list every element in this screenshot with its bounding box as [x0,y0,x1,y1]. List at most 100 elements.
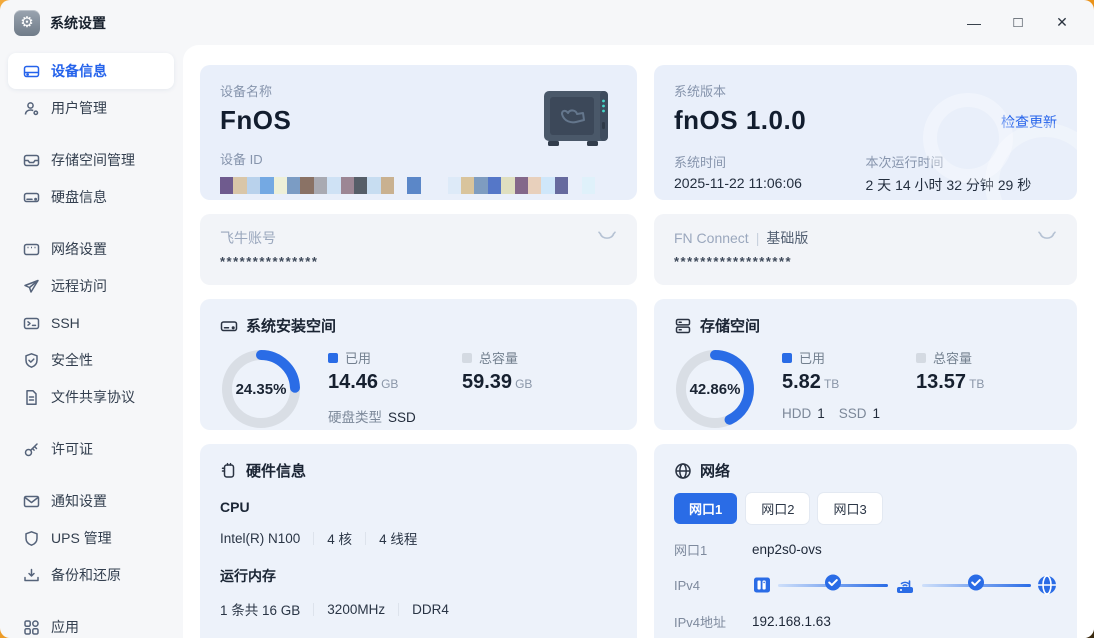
sidebar-item-notifications[interactable]: 通知设置 [8,483,174,519]
tab-port-3[interactable]: 网口3 [818,493,882,524]
sidebar-item-label: 设备信息 [51,63,107,79]
divider: | [755,230,760,246]
id-mask-block [434,177,447,194]
sidebar-item-storage-management[interactable]: 存储空间管理 [8,142,174,178]
port-value: enp2s0-ovs [752,541,822,557]
hardware-card: 硬件信息 CPU Intel(R) N100 4 核 4 线程 运行内存 1 条… [200,444,637,638]
cpu-label: CPU [220,499,250,515]
tab-port-2[interactable]: 网口2 [746,493,810,524]
sidebar-item-backup-restore[interactable]: 备份和还原 [8,557,174,593]
users-icon [23,100,40,117]
disk-type-label: 硬盘类型 [328,410,382,425]
system-settings-window: ⚙ 系统设置 — □ ✕ 设备信息 用户管理 存储空间管理 硬盘信息 网络设置 [0,0,1094,638]
nas-device-illustration [539,88,615,155]
sidebar-item-label: SSH [51,315,80,331]
fn-connect-badge: 基础版 [766,230,809,246]
id-mask-block [568,177,581,194]
id-mask-block [313,177,328,194]
sidebar-item-security[interactable]: 安全性 [8,342,174,378]
used-legend-swatch [782,352,792,363]
key-icon [23,441,40,458]
id-mask-block [220,177,234,194]
router-icon [894,575,916,595]
system-space-donut: 24.35% [220,348,302,430]
id-mask-block [474,177,488,194]
id-mask-block [273,177,287,194]
id-mask-block [340,177,354,194]
id-mask-block [353,177,368,194]
total-value: 59.39 [462,371,513,393]
system-version-card: 系统版本 fnOS 1.0.0 检查更新 系统时间 2025-11-22 11:… [654,65,1077,200]
network-card: 网络 网口1 网口2 网口3 网口1 enp2s0-ovs IPv4 IPv4地… [654,444,1077,638]
settings-gear-icon: ⚙ [14,9,40,36]
tab-port-1[interactable]: 网口1 [674,493,738,524]
ssd-count: 1 [872,406,881,421]
sidebar-item-file-sharing[interactable]: 文件共享协议 [8,379,174,415]
ipv4-address-label: IPv4地址 [674,614,727,630]
window-title: 系统设置 [50,14,106,31]
sidebar-item-license[interactable]: 许可证 [8,431,174,467]
fn-horn-icon [597,229,617,247]
sidebar-item-device-info[interactable]: 设备信息 [8,53,174,89]
fn-connect-value: ****************** [674,254,793,269]
network-tab-bar: 网口1 网口2 网口3 [674,493,1057,524]
network-port-icon [23,241,40,258]
sidebar: 设备信息 用户管理 存储空间管理 硬盘信息 网络设置 远程访问 SSH 安全性 [0,45,183,638]
storage-pool-icon [23,152,40,169]
ram-specs: 1 条共 16 GB 3200MHz DDR4 [220,601,449,619]
sidebar-item-disk-info[interactable]: 硬盘信息 [8,179,174,215]
main-panel: 设备名称 FnOS 设备 ID 系统版本 fnOS 1.0.0 检查更新 系统时… [183,45,1094,638]
id-mask-block [327,177,341,194]
port-label: 网口1 [674,542,708,558]
sidebar-item-label: 许可证 [51,441,93,457]
sidebar-item-label: 文件共享协议 [51,389,135,405]
sidebar-item-label: 应用 [51,619,79,635]
fn-account-value: *************** [220,254,319,269]
sidebar-item-ups[interactable]: UPS 管理 [8,520,174,556]
used-legend-swatch [328,352,338,363]
total-legend-swatch [916,352,926,363]
id-mask-block [514,177,528,194]
ipv4-address-value: 192.168.1.63 [752,613,831,629]
sidebar-item-apps[interactable]: 应用 [8,609,174,638]
system-time-value: 2025-11-22 11:06:06 [674,175,802,191]
sidebar-item-ssh[interactable]: SSH [8,305,174,341]
mail-icon [23,493,40,510]
hdd-icon [23,189,40,206]
document-icon [23,389,40,406]
hardware-title: 硬件信息 [246,463,307,480]
hdd-label: HDD [782,406,812,421]
total-label: 总容量 [933,351,973,366]
sidebar-item-user-management[interactable]: 用户管理 [8,90,174,126]
id-mask-block [233,177,247,194]
used-label: 已用 [799,351,826,366]
maximize-button[interactable]: □ [996,7,1040,39]
total-value: 13.57 [916,371,967,393]
storage-space-donut: 42.86% [674,348,756,430]
sidebar-item-label: 通知设置 [51,493,107,509]
internet-globe-icon [1037,575,1057,595]
id-mask-block [407,177,421,194]
system-space-percent: 24.35% [235,380,287,398]
terminal-icon [23,315,40,332]
id-mask-block [581,177,595,194]
sidebar-item-network-settings[interactable]: 网络设置 [8,231,174,267]
sidebar-item-remote-access[interactable]: 远程访问 [8,268,174,304]
chip-icon [220,462,238,480]
total-unit: TB [969,377,985,391]
apps-grid-icon [23,619,40,636]
ram-label: 运行内存 [220,568,276,584]
storage-space-percent: 42.86% [689,380,741,398]
used-label: 已用 [345,351,372,366]
system-version-value: fnOS 1.0.0 [674,105,807,135]
sidebar-item-label: 硬盘信息 [51,189,107,205]
minimize-button[interactable]: — [952,7,996,39]
check-icon [967,574,985,597]
close-button[interactable]: ✕ [1040,7,1084,39]
drive-icon [220,317,238,335]
total-unit: GB [515,377,533,391]
device-card: 设备名称 FnOS 设备 ID [200,65,637,200]
nas-icon [752,575,772,595]
id-mask-block [380,177,395,194]
paper-plane-icon [23,278,40,295]
